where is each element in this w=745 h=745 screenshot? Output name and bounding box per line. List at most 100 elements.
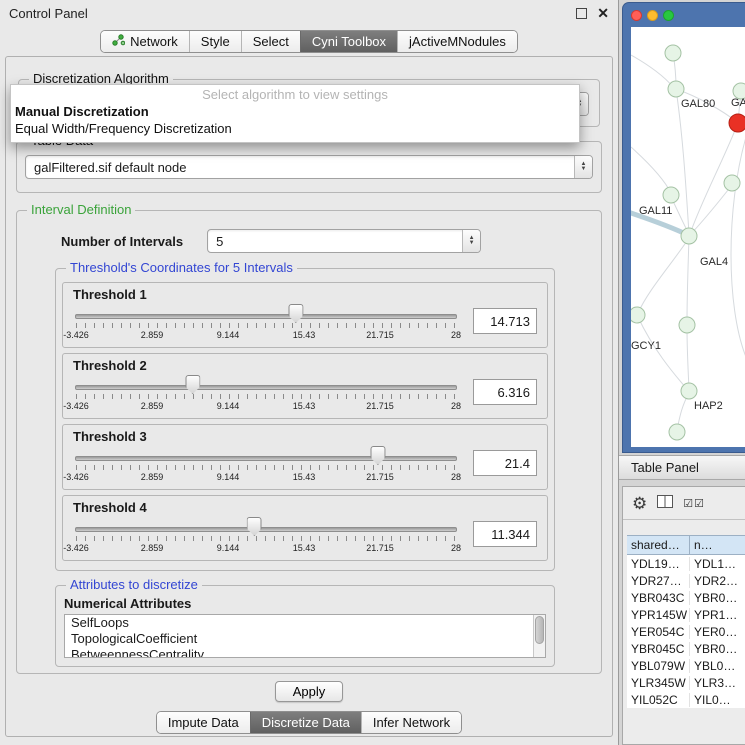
threshold-4-slider[interactable]: -3.4262.8599.14415.4321.71528 [73,516,459,560]
popup-item-equal-width[interactable]: Equal Width/Frequency Discretization [11,120,579,137]
cell[interactable]: YIL052C [627,693,690,707]
list-scrollbar[interactable] [533,615,545,657]
cell[interactable]: YBR0… [690,591,745,605]
cell[interactable]: YLR3… [690,676,745,690]
slider-thumb[interactable] [247,517,262,536]
tab-network-label: Network [130,34,178,49]
table-row[interactable]: YBR043CYBR0… [627,589,745,606]
slider-thumb[interactable] [370,446,385,465]
cell[interactable]: YBR0… [690,642,745,656]
node-label-gal11: GAL11 [639,205,672,217]
threshold-3-value-field[interactable]: 21.4 [473,450,537,476]
tab-infer-network[interactable]: Infer Network [361,712,461,733]
tick-label: 21.715 [366,401,394,411]
network-node-selected-red[interactable] [729,114,745,132]
scrollbar-thumb[interactable] [535,616,544,644]
float-window-icon[interactable] [576,8,587,19]
close-window-icon[interactable] [631,10,642,21]
table-row[interactable]: YIL052CYIL0… [627,691,745,708]
tab-discretize-data[interactable]: Discretize Data [250,712,361,733]
cell[interactable]: YDL19… [627,557,690,571]
table-data-group: Table Data galFiltered.sif default node … [16,141,602,193]
cell[interactable]: YER0… [690,625,745,639]
list-item[interactable]: SelfLoops [65,615,545,631]
table-row[interactable]: YBR045CYBR0… [627,640,745,657]
table-row[interactable]: YER054CYER0… [627,623,745,640]
node-label-gcy1: GCY1 [631,340,661,352]
cell[interactable]: YPR1… [690,608,745,622]
tab-select[interactable]: Select [241,31,300,52]
tick-label: 15.43 [293,543,316,553]
table-row[interactable]: YDR27…YDR2… [627,572,745,589]
table-row[interactable]: YLR345WYLR3… [627,674,745,691]
network-canvas[interactable]: GAL80 GA GAL11 GAL4 GCY1 HAP2 [631,27,745,447]
network-node-gal4[interactable] [681,228,697,244]
threshold-3-slider[interactable]: -3.4262.8599.14415.4321.71528 [73,445,459,489]
close-icon[interactable]: ✕ [597,5,609,22]
threshold-4-value-field[interactable]: 11.344 [473,521,537,547]
slider-tick-labels: -3.4262.8599.14415.4321.71528 [76,330,456,342]
network-node[interactable] [665,45,681,61]
cell[interactable]: YBL0… [690,659,745,673]
network-node-gal11[interactable] [663,187,679,203]
combo-stepper-icon: ▲▼ [462,230,480,252]
cell[interactable]: YBR045C [627,642,690,656]
threshold-1-slider[interactable]: -3.4262.8599.14415.4321.71528 [73,303,459,347]
window-traffic-lights [631,10,674,21]
network-node[interactable] [669,424,685,440]
network-node-hap2[interactable] [681,383,697,399]
slider-ticks [76,536,456,541]
tick-label: 2.859 [141,543,164,553]
cell[interactable]: YPR145W [627,608,690,622]
cell[interactable]: YDL1… [690,557,745,571]
tab-cyni-toolbox[interactable]: Cyni Toolbox [300,31,397,52]
list-item[interactable]: BetweennessCentrality [65,647,545,658]
threshold-2-label: Threshold 2 [73,358,537,373]
threshold-1-value-field[interactable]: 14.713 [473,308,537,334]
cell[interactable]: YER054C [627,625,690,639]
tab-jactivemnodules[interactable]: jActiveMNodules [397,31,517,52]
network-node-gcy1[interactable] [631,307,645,323]
cell[interactable]: YDR2… [690,574,745,588]
gear-icon[interactable]: ⚙ [632,495,647,512]
table-row[interactable]: YDL19…YDL1… [627,555,745,572]
table-row[interactable]: YPR145WYPR1… [627,606,745,623]
table-data-select[interactable]: galFiltered.sif default node ▲▼ [25,155,593,179]
threshold-4-label: Threshold 4 [73,500,537,515]
cell[interactable]: YBR043C [627,591,690,605]
table-panel-window: ⚙ ☑☑ shared… n… YDL19…YDL1… YDR27…YDR2… … [622,486,745,745]
table-row[interactable]: YBL079WYBL0… [627,657,745,674]
network-edge [731,137,745,357]
algorithm-dropdown-popup: Select algorithm to view settings Manual… [10,84,580,143]
select-all-checkbox-icon[interactable]: ☑☑ [683,497,705,510]
network-edge [687,238,689,323]
tab-network[interactable]: Network [101,31,189,52]
cell[interactable]: YLR345W [627,676,690,690]
zoom-window-icon[interactable] [663,10,674,21]
network-node[interactable] [724,175,740,191]
number-of-intervals-select[interactable]: 5 ▲▼ [207,229,481,253]
tab-style[interactable]: Style [189,31,241,52]
tab-impute-data[interactable]: Impute Data [157,712,250,733]
threshold-2-slider[interactable]: -3.4262.8599.14415.4321.71528 [73,374,459,418]
numerical-attributes-list[interactable]: SelfLoops TopologicalCoefficient Between… [64,614,546,658]
cell[interactable]: YIL0… [690,693,745,707]
slider-thumb[interactable] [288,304,303,323]
minimize-window-icon[interactable] [647,10,658,21]
apply-button[interactable]: Apply [275,681,344,702]
cell[interactable]: YBL079W [627,659,690,673]
slider-track [75,385,457,390]
network-node-gal80[interactable] [668,81,684,97]
column-header-name[interactable]: n… [690,536,745,554]
network-node[interactable] [679,317,695,333]
columns-icon[interactable] [657,495,673,511]
bottom-tabs-row: Impute Data Discretize Data Infer Networ… [6,711,612,734]
list-item[interactable]: TopologicalCoefficient [65,631,545,647]
table-panel-header: Table Panel [619,455,745,480]
popup-item-manual-discretization[interactable]: Manual Discretization [11,103,579,120]
slider-thumb[interactable] [185,375,200,394]
cell[interactable]: YDR27… [627,574,690,588]
tick-label: 9.144 [217,401,240,411]
threshold-2-value-field[interactable]: 6.316 [473,379,537,405]
column-header-shared-name[interactable]: shared… [627,536,690,554]
